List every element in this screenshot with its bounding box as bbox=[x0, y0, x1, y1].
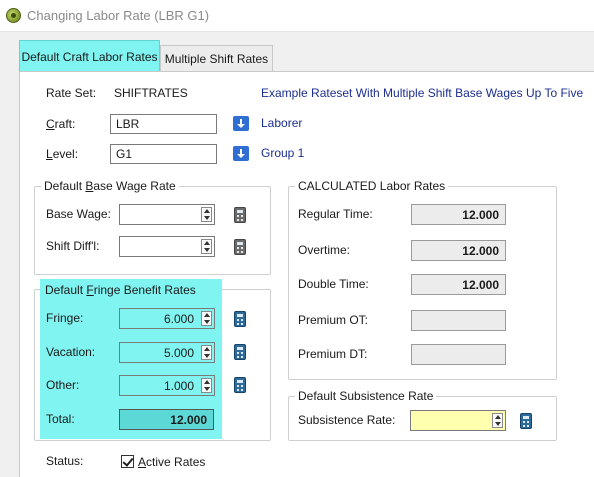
fringe-group-title: Default Fringe Benefit Rates bbox=[43, 283, 198, 297]
base-wage-calculator-icon[interactable] bbox=[234, 207, 246, 223]
fringe-input[interactable]: 6.000 bbox=[119, 308, 215, 329]
overtime-value: 12.000 bbox=[411, 240, 506, 261]
regular-time-value: 12.000 bbox=[411, 204, 506, 225]
double-time-label: Double Time: bbox=[298, 277, 369, 291]
subsistence-calculator-icon[interactable] bbox=[520, 413, 532, 429]
app-icon bbox=[6, 8, 21, 23]
other-input[interactable]: 1.000 bbox=[119, 375, 215, 396]
shift-diff-label: Shift Diff'l: bbox=[46, 239, 100, 253]
regular-time-label: Regular Time: bbox=[298, 207, 373, 221]
vacation-spinner-icon[interactable] bbox=[201, 345, 212, 360]
overtime-label: Overtime: bbox=[298, 243, 351, 257]
other-calculator-icon[interactable] bbox=[234, 377, 246, 393]
total-value: 12.000 bbox=[119, 409, 214, 430]
base-wage-input[interactable] bbox=[119, 204, 215, 225]
other-label: Other: bbox=[46, 378, 80, 392]
level-dropdown-arrow-icon[interactable] bbox=[233, 146, 249, 161]
level-input[interactable]: G1 bbox=[110, 144, 217, 164]
level-label: Level: bbox=[46, 147, 79, 161]
subsistence-group-title: Default Subsistence Rate bbox=[295, 389, 437, 403]
fringe-label: Fringe: bbox=[46, 311, 84, 325]
craft-label: Craft: bbox=[46, 117, 76, 131]
other-spinner-icon[interactable] bbox=[201, 378, 212, 393]
subsistence-rate-input[interactable] bbox=[410, 410, 506, 431]
craft-description: Laborer bbox=[261, 116, 303, 130]
rate-set-label: Rate Set: bbox=[46, 86, 97, 100]
fringe-calculator-icon[interactable] bbox=[234, 311, 246, 327]
active-rates-checkbox[interactable] bbox=[121, 455, 134, 468]
tab-default-craft-labor-rates[interactable]: Default Craft Labor Rates bbox=[19, 40, 160, 72]
vacation-label: Vacation: bbox=[46, 345, 96, 359]
craft-dropdown-arrow-icon[interactable] bbox=[233, 116, 249, 131]
craft-input[interactable]: LBR bbox=[110, 114, 217, 134]
double-time-value: 12.000 bbox=[411, 274, 506, 295]
title-bar: Changing Labor Rate (LBR G1) bbox=[0, 0, 594, 32]
vacation-calculator-icon[interactable] bbox=[234, 344, 246, 360]
calculated-group-title: CALCULATED Labor Rates bbox=[295, 179, 449, 193]
vacation-input[interactable]: 5.000 bbox=[119, 342, 215, 363]
base-wage-spinner-icon[interactable] bbox=[201, 207, 212, 222]
base-wage-group: Default Base Wage Rate bbox=[34, 179, 271, 275]
premium-ot-label: Premium OT: bbox=[298, 313, 369, 327]
tab-multiple-shift-rates[interactable]: Multiple Shift Rates bbox=[160, 45, 273, 72]
rate-set-description: Example Rateset With Multiple Shift Base… bbox=[261, 86, 584, 100]
window-title: Changing Labor Rate (LBR G1) bbox=[27, 8, 210, 23]
active-rates-label[interactable]: Active Rates bbox=[138, 455, 205, 469]
subsistence-rate-label: Subsistence Rate: bbox=[298, 413, 396, 427]
premium-ot-value bbox=[411, 310, 506, 331]
level-description: Group 1 bbox=[261, 146, 305, 160]
status-label: Status: bbox=[46, 454, 84, 468]
shift-diff-input[interactable] bbox=[119, 236, 215, 257]
base-wage-label: Base Wage: bbox=[46, 207, 111, 221]
premium-dt-value bbox=[411, 344, 506, 365]
shift-diff-spinner-icon[interactable] bbox=[201, 239, 212, 254]
subsistence-spinner-icon[interactable] bbox=[492, 413, 503, 428]
shift-diff-calculator-icon[interactable] bbox=[234, 239, 246, 255]
base-wage-group-title: Default Base Wage Rate bbox=[41, 179, 179, 193]
fringe-spinner-icon[interactable] bbox=[201, 311, 212, 326]
total-label: Total: bbox=[46, 412, 75, 426]
rate-set-value: SHIFTRATES bbox=[114, 86, 188, 100]
premium-dt-label: Premium DT: bbox=[298, 347, 368, 361]
